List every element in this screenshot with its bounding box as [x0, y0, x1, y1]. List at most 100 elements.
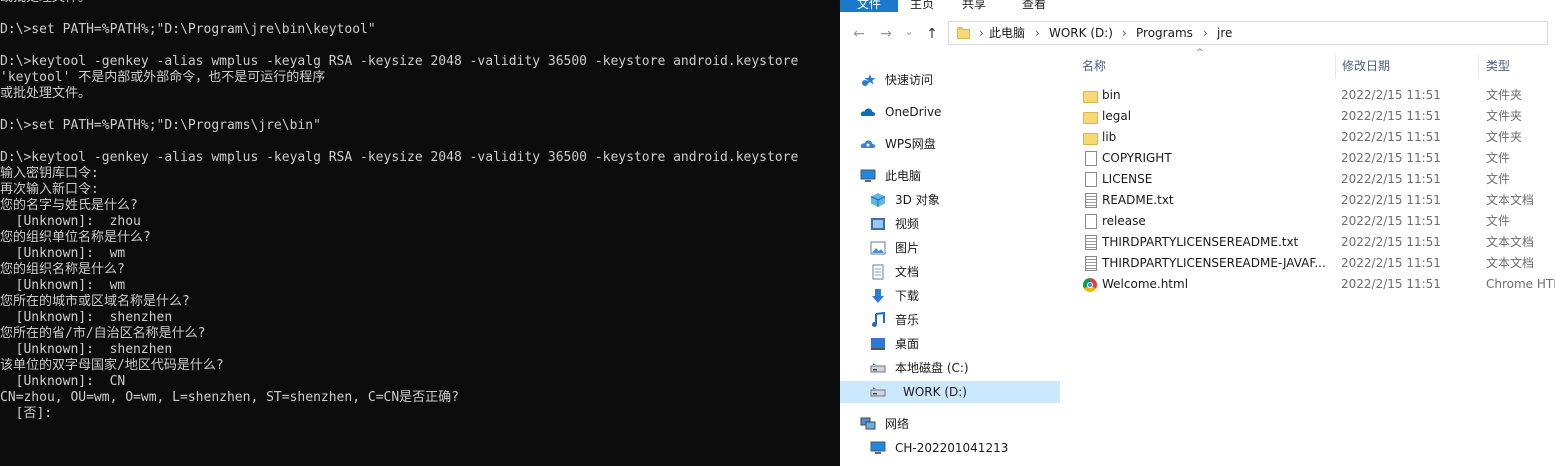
- console-line: 或批处理文件。: [0, 86, 92, 101]
- chevron-right-icon[interactable]: ›: [979, 22, 984, 44]
- sidebar-item-label: WPS网盘: [885, 137, 936, 151]
- column-header-date[interactable]: 修改日期: [1342, 58, 1390, 74]
- drive-icon: [870, 360, 886, 376]
- sidebar-item[interactable]: 视频: [840, 213, 1060, 235]
- cloud-icon: [860, 104, 876, 120]
- file-type: 文本文档: [1486, 256, 1535, 270]
- navigation-bar: ← → ⌄ ↑ › 此电脑 › WORK (D:) › Programs › j…: [840, 18, 1555, 50]
- file-icon: [1085, 151, 1097, 166]
- picture-icon: [870, 240, 886, 256]
- console-line: 您所在的省/市/自治区名称是什么?: [0, 326, 206, 341]
- file-type: Chrome HTI: [1486, 277, 1555, 291]
- console-line: 您的名字与姓氏是什么?: [0, 198, 138, 213]
- file-row[interactable]: Welcome.html 2022/2/15 11:51 Chrome HTI: [1068, 274, 1555, 295]
- console-line: 'keytool' 不是内部或外部命令，也不是可运行的程序: [0, 70, 326, 85]
- sidebar-item-label: 音乐: [895, 313, 920, 327]
- address-bar[interactable]: › 此电脑 › WORK (D:) › Programs › jre: [948, 21, 1548, 45]
- sidebar-item-label: WORK (D:): [903, 385, 967, 399]
- sidebar-item[interactable]: OneDrive: [840, 101, 1060, 123]
- sidebar-item[interactable]: 文档: [840, 261, 1060, 283]
- file-name[interactable]: THIRDPARTYLICENSEREADME.txt: [1102, 232, 1332, 253]
- file-name[interactable]: README.txt: [1102, 190, 1332, 211]
- console-line: [否]:: [0, 406, 53, 421]
- file-type: 文件: [1486, 151, 1511, 165]
- file-name[interactable]: lib: [1102, 127, 1332, 148]
- file-row[interactable]: legal 2022/2/15 11:51 文件夹: [1068, 106, 1555, 127]
- file-row[interactable]: COPYRIGHT 2022/2/15 11:51 文件: [1068, 148, 1555, 169]
- sidebar-item[interactable]: 快速访问: [840, 69, 1060, 91]
- file-name[interactable]: THIRDPARTYLICENSEREADME-JAVAF...: [1102, 253, 1332, 274]
- file-row[interactable]: THIRDPARTYLICENSEREADME-JAVAF... 2022/2/1…: [1068, 253, 1555, 274]
- file-name[interactable]: legal: [1102, 106, 1332, 127]
- file-row[interactable]: README.txt 2022/2/15 11:51 文本文档: [1068, 190, 1555, 211]
- column-divider[interactable]: [1335, 55, 1336, 79]
- column-header-type[interactable]: 类型: [1486, 58, 1510, 74]
- console-line: [Unknown]: wm: [0, 246, 126, 261]
- column-header-name[interactable]: 名称: [1082, 58, 1106, 74]
- sidebar-item[interactable]: 此电脑: [840, 165, 1060, 187]
- sidebar-item[interactable]: 图片: [840, 237, 1060, 259]
- file-name[interactable]: Welcome.html: [1102, 274, 1332, 295]
- computer-icon: [860, 168, 876, 184]
- file-type: 文件: [1486, 214, 1511, 228]
- tab-file[interactable]: 文件: [840, 0, 898, 12]
- tab-home[interactable]: 主页: [910, 0, 934, 12]
- file-type: 文件夹: [1486, 88, 1523, 102]
- file-type: 文件夹: [1486, 130, 1523, 144]
- file-modified-date: 2022/2/15 11:51: [1341, 172, 1441, 186]
- sidebar-item[interactable]: WPS网盘: [840, 133, 1060, 155]
- sidebar-item[interactable]: WORK (D:): [840, 381, 1060, 403]
- sidebar-item[interactable]: 网络: [840, 413, 1060, 435]
- file-name[interactable]: COPYRIGHT: [1102, 148, 1332, 169]
- tab-view[interactable]: 查看: [1022, 0, 1046, 12]
- download-icon: [870, 288, 886, 304]
- sidebar-item-label: 3D 对象: [895, 193, 940, 207]
- sidebar-item[interactable]: CH-202201041213: [840, 437, 1060, 459]
- file-name[interactable]: LICENSE: [1102, 169, 1332, 190]
- console-line: [Unknown]: shenzhen: [0, 342, 173, 357]
- file-row[interactable]: lib 2022/2/15 11:51 文件夹: [1068, 127, 1555, 148]
- sort-ascending-icon: ^: [1196, 48, 1204, 58]
- network-icon: [860, 416, 876, 432]
- file-name[interactable]: bin: [1102, 85, 1332, 106]
- chevron-right-icon[interactable]: ›: [1203, 22, 1208, 44]
- breadcrumb-programs[interactable]: Programs: [1136, 22, 1193, 44]
- folder-icon: [1083, 133, 1098, 145]
- breadcrumb-work-drive[interactable]: WORK (D:): [1049, 22, 1113, 44]
- console-line: [Unknown]: wm: [0, 278, 126, 293]
- file-row[interactable]: bin 2022/2/15 11:51 文件夹: [1068, 85, 1555, 106]
- text-file-icon: [1085, 235, 1097, 250]
- back-arrow-icon[interactable]: ←: [851, 26, 867, 42]
- sidebar-item[interactable]: 3D 对象: [840, 189, 1060, 211]
- sidebar-item-label: 视频: [895, 217, 920, 231]
- sidebar-item-label: 快速访问: [885, 73, 934, 87]
- column-divider[interactable]: [1478, 55, 1479, 79]
- console-line: D:\>keytool -genkey -alias wmplus -keyal…: [0, 54, 799, 69]
- breadcrumb-jre[interactable]: jre: [1217, 22, 1232, 44]
- chevron-right-icon[interactable]: ›: [1035, 22, 1040, 44]
- sidebar-item[interactable]: 桌面: [840, 333, 1060, 355]
- music-icon: [870, 311, 886, 328]
- star-icon: [860, 72, 876, 88]
- file-name[interactable]: release: [1102, 211, 1332, 232]
- file-row[interactable]: release 2022/2/15 11:51 文件: [1068, 211, 1555, 232]
- file-modified-date: 2022/2/15 11:51: [1341, 151, 1441, 165]
- up-arrow-icon[interactable]: ↑: [924, 26, 940, 42]
- sidebar-item[interactable]: 音乐: [840, 309, 1060, 331]
- console-window[interactable]: 或批处理文件。 D:\>set PATH=%PATH%;"D:\Program\j…: [0, 0, 840, 466]
- sidebar-item[interactable]: 本地磁盘 (C:): [840, 357, 1060, 379]
- sidebar-item[interactable]: 下载: [840, 285, 1060, 307]
- recent-locations-icon[interactable]: ⌄: [901, 24, 917, 40]
- file-row[interactable]: THIRDPARTYLICENSEREADME.txt 2022/2/15 11:…: [1068, 232, 1555, 253]
- sidebar-item-label: 下载: [895, 289, 920, 303]
- ribbon-tabs: 文件 主页 共享 查看: [840, 0, 1555, 12]
- forward-arrow-icon[interactable]: →: [878, 26, 894, 42]
- file-icon: [1085, 214, 1097, 229]
- chevron-right-icon[interactable]: ›: [1122, 22, 1127, 44]
- tab-share[interactable]: 共享: [962, 0, 986, 12]
- breadcrumb-this-pc[interactable]: 此电脑: [989, 22, 1025, 44]
- sidebar-item-label: 此电脑: [885, 169, 922, 183]
- file-row[interactable]: LICENSE 2022/2/15 11:51 文件: [1068, 169, 1555, 190]
- console-line: D:\>set PATH=%PATH%;"D:\Programs\jre\bin…: [0, 118, 321, 133]
